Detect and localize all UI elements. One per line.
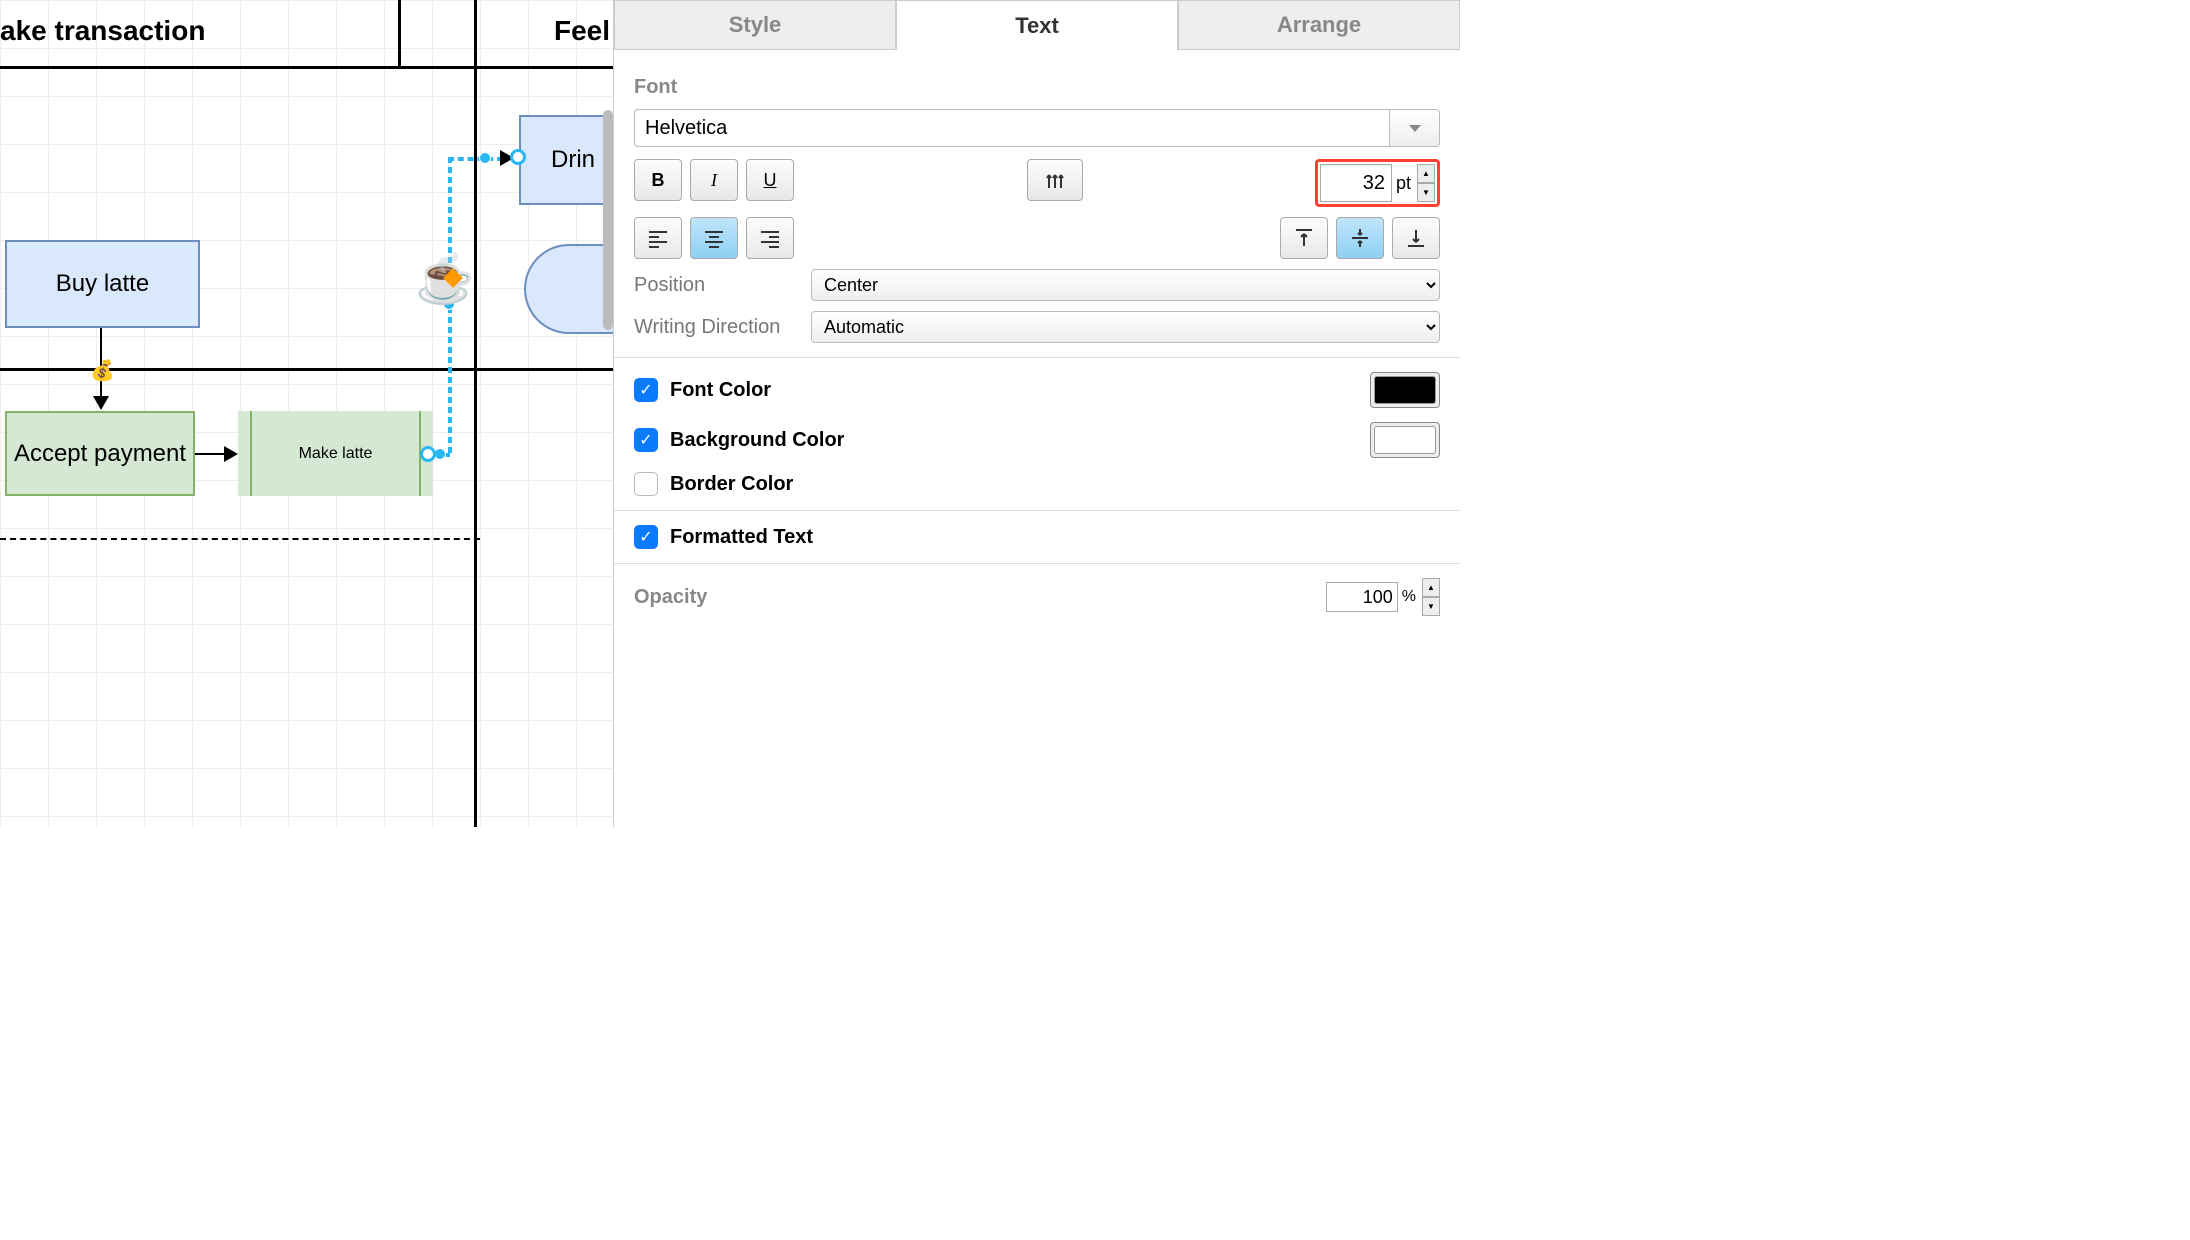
- writing-direction-select[interactable]: Automatic: [811, 311, 1440, 343]
- border-color-checkbox[interactable]: [634, 472, 658, 496]
- diagram-canvas[interactable]: ake transaction Feel Buy latte Accept pa…: [0, 0, 613, 827]
- opacity-step-up[interactable]: ▲: [1422, 578, 1440, 597]
- vertical-arrows-icon: [1043, 168, 1067, 192]
- underline-button[interactable]: U: [746, 159, 794, 201]
- lane-divider-h1: [0, 66, 613, 69]
- font-color-label: Font Color: [670, 379, 771, 402]
- tab-style[interactable]: Style: [614, 0, 896, 50]
- font-size-unit: pt: [1396, 173, 1411, 194]
- valign-top-icon: [1292, 226, 1316, 250]
- font-color-checkbox[interactable]: ✓: [634, 378, 658, 402]
- valign-bottom-icon: [1404, 226, 1428, 250]
- canvas-scrollbar[interactable]: [603, 110, 613, 330]
- opacity-step-down[interactable]: ▼: [1422, 597, 1440, 616]
- lane-divider-v0: [398, 0, 401, 66]
- lane-boundary-dashed: [0, 538, 480, 540]
- border-color-label: Border Color: [670, 473, 793, 496]
- tab-text[interactable]: Text: [896, 0, 1178, 50]
- format-panel: Style Text Arrange Font Helvetica B I U …: [613, 0, 1460, 827]
- chevron-down-icon: [1409, 125, 1421, 132]
- formatted-text-checkbox[interactable]: ✓: [634, 525, 658, 549]
- bg-color-swatch[interactable]: [1374, 426, 1436, 454]
- lane-header-2: Feel: [554, 15, 610, 47]
- align-center-icon: [702, 226, 726, 250]
- valign-middle-icon: [1348, 226, 1372, 250]
- bold-button[interactable]: B: [634, 159, 682, 201]
- font-family-select[interactable]: Helvetica: [634, 109, 1390, 147]
- align-right-icon: [758, 226, 782, 250]
- moneybag-icon: 💰: [90, 358, 115, 383]
- edge-accept-to-make[interactable]: [195, 453, 225, 455]
- selected-edge-seg1[interactable]: [448, 157, 503, 161]
- position-select[interactable]: Center: [811, 269, 1440, 301]
- lane-divider-v1: [474, 0, 477, 827]
- font-size-step-down[interactable]: ▼: [1417, 183, 1435, 202]
- divider-3: [614, 563, 1460, 564]
- tab-arrange[interactable]: Arrange: [1178, 0, 1460, 50]
- valign-middle-button[interactable]: [1336, 217, 1384, 259]
- divider-2: [614, 510, 1460, 511]
- bg-color-checkbox[interactable]: ✓: [634, 428, 658, 452]
- divider: [614, 357, 1460, 358]
- node-accept-payment[interactable]: Accept payment: [5, 411, 195, 496]
- endpoint-ring-icon-2[interactable]: [420, 446, 436, 462]
- formatted-text-label: Formatted Text: [670, 526, 813, 549]
- align-right-button[interactable]: [746, 217, 794, 259]
- valign-bottom-button[interactable]: [1392, 217, 1440, 259]
- node-buy-latte[interactable]: Buy latte: [5, 240, 200, 328]
- font-size-input[interactable]: [1320, 164, 1392, 202]
- endpoint-ring-icon[interactable]: [510, 149, 526, 165]
- vertical-text-button[interactable]: [1027, 159, 1083, 201]
- opacity-input[interactable]: [1326, 582, 1398, 612]
- align-center-button[interactable]: [690, 217, 738, 259]
- arrowhead-down-icon: [93, 396, 109, 410]
- edge-handle-1[interactable]: [479, 152, 491, 164]
- italic-button[interactable]: I: [690, 159, 738, 201]
- position-label: Position: [634, 274, 799, 297]
- valign-top-button[interactable]: [1280, 217, 1328, 259]
- opacity-label: Opacity: [634, 586, 707, 609]
- panel-tabs: Style Text Arrange: [614, 0, 1460, 50]
- lane-header-1: ake transaction: [0, 15, 205, 47]
- opacity-unit: %: [1402, 588, 1416, 606]
- font-section-label: Font: [634, 76, 1440, 99]
- font-color-swatch[interactable]: [1374, 376, 1436, 404]
- font-family-dropdown[interactable]: [1390, 109, 1440, 147]
- font-size-highlighted: pt ▲ ▼: [1315, 159, 1440, 207]
- align-left-icon: [646, 226, 670, 250]
- bg-color-label: Background Color: [670, 429, 844, 452]
- arrowhead-right-icon: [224, 446, 238, 462]
- font-size-step-up[interactable]: ▲: [1417, 164, 1435, 183]
- writing-direction-label: Writing Direction: [634, 316, 799, 339]
- node-make-latte[interactable]: Make latte: [238, 411, 433, 496]
- align-left-button[interactable]: [634, 217, 682, 259]
